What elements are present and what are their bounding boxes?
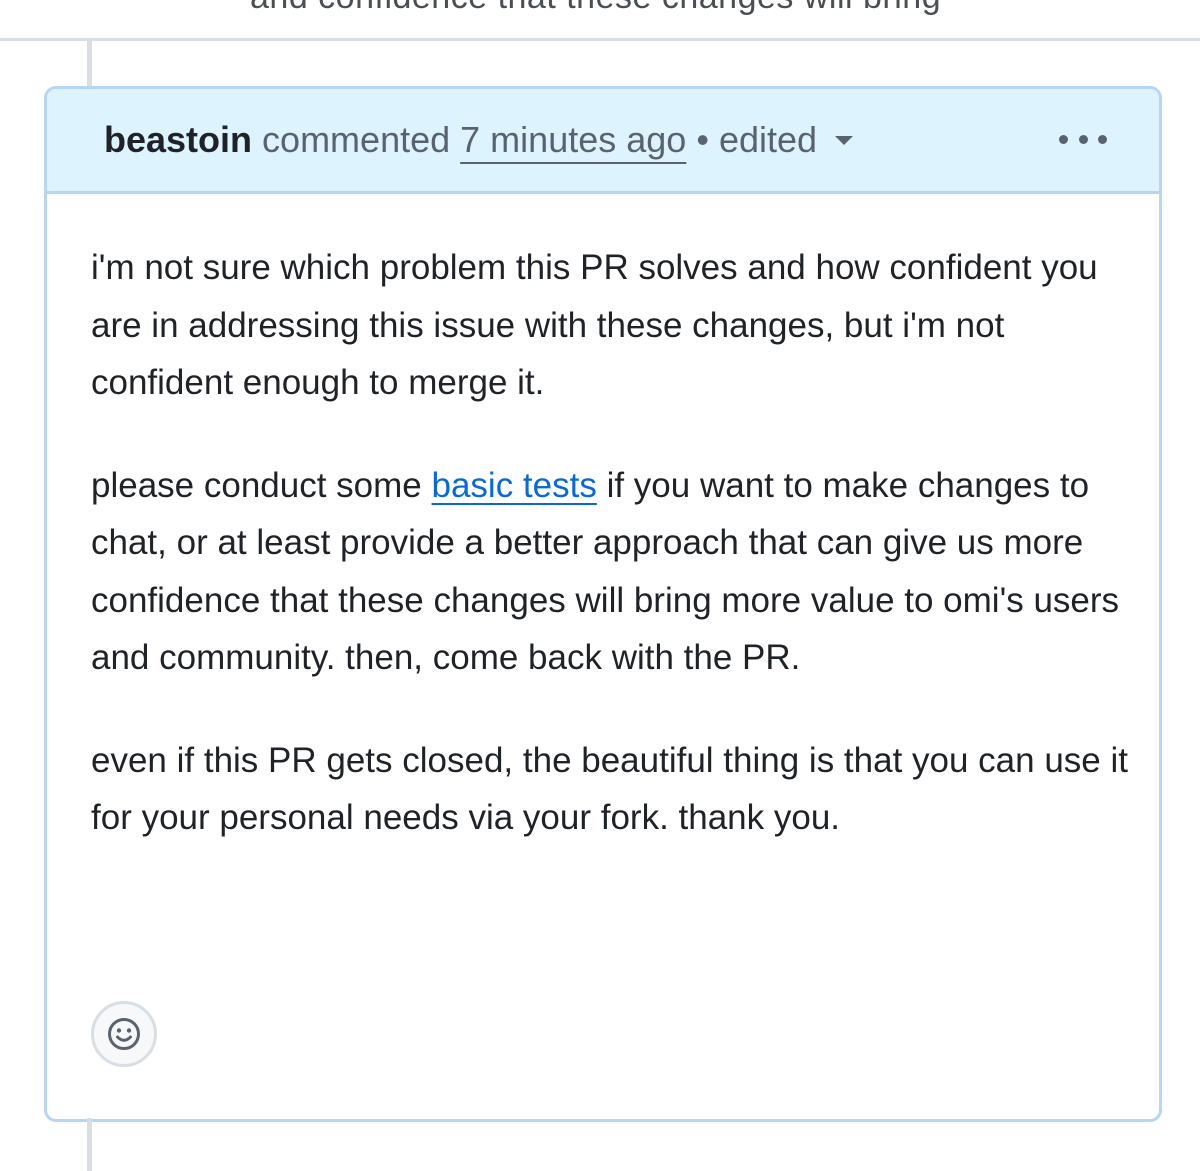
timeline-line	[87, 41, 92, 89]
comment-paragraph-1: i'm not sure which problem this PR solve…	[91, 248, 1098, 402]
author-link[interactable]: beastoin	[104, 119, 252, 160]
basic-tests-link[interactable]: basic tests	[431, 466, 596, 505]
comment-paragraph-3: even if this PR gets closed, the beautif…	[91, 740, 1128, 838]
edited-dropdown[interactable]: edited	[718, 119, 854, 160]
separator-dot: •	[696, 119, 709, 160]
comment-action: commented	[262, 119, 451, 160]
kebab-dot	[1059, 134, 1068, 144]
timeline-line	[87, 1118, 92, 1171]
previous-content-text: and confidence that these changes will b…	[250, 0, 941, 17]
comment-paragraph-2: please conduct some basic tests if you w…	[91, 457, 1131, 687]
paragraph-2-text-before: please conduct some	[91, 465, 432, 505]
comment-body: i'm not sure which problem this PR solve…	[91, 239, 1131, 892]
edited-label: edited	[718, 119, 818, 160]
comment-box: beastoin commented 7 minutes ago • edite…	[44, 86, 1162, 1122]
smiley-icon	[108, 1018, 140, 1050]
kebab-dot	[1078, 134, 1088, 144]
kebab-dot	[1098, 134, 1107, 144]
comment-header-text: beastoin commented 7 minutes ago • edite…	[104, 117, 854, 163]
kebab-horizontal-icon[interactable]	[1059, 121, 1107, 157]
previous-content-strip: and confidence that these changes will b…	[0, 0, 1200, 41]
add-reaction-button[interactable]	[91, 1001, 157, 1067]
page: and confidence that these changes will b…	[0, 0, 1200, 1171]
timestamp-link[interactable]: 7 minutes ago	[460, 119, 686, 160]
comment-header: beastoin commented 7 minutes ago • edite…	[47, 89, 1159, 194]
caret-down-icon	[835, 135, 854, 145]
